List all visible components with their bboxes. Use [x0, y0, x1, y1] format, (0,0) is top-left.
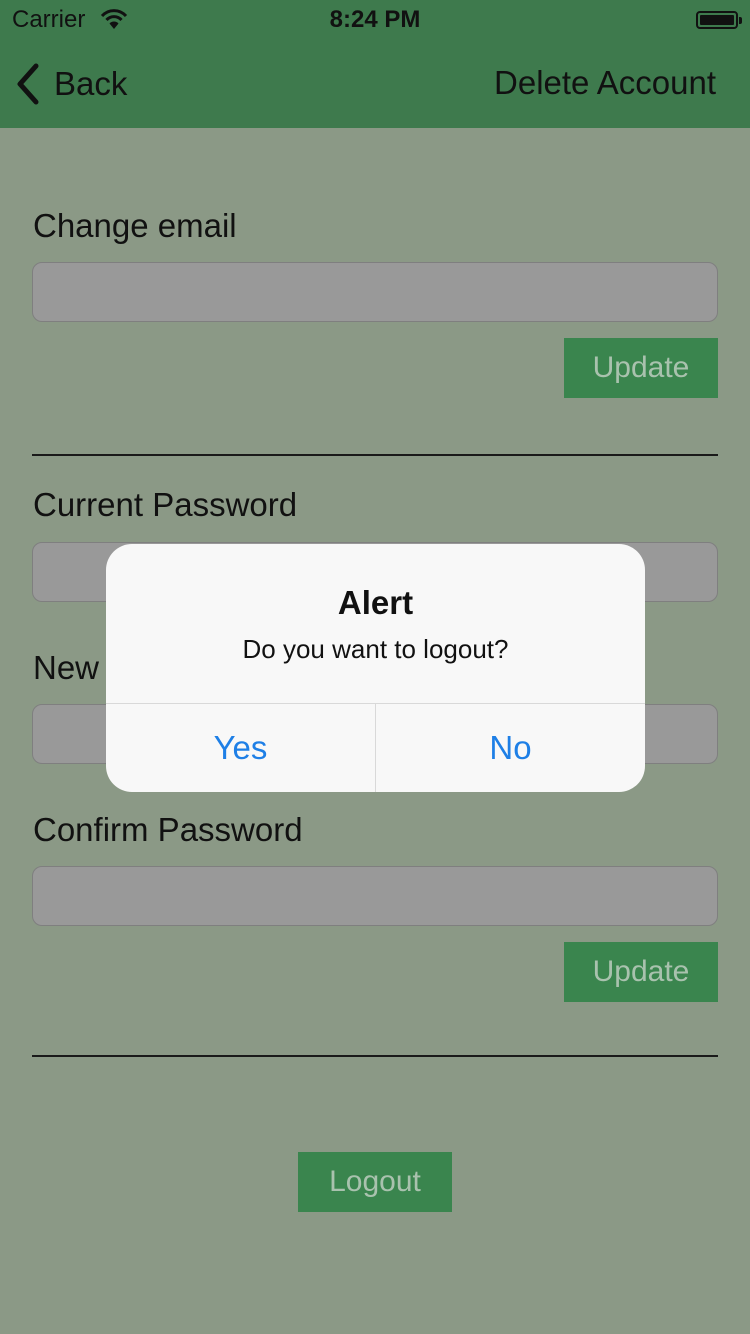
section-divider	[32, 454, 718, 456]
current-password-label: Current Password	[33, 486, 298, 523]
logout-button[interactable]: Logout	[298, 1152, 452, 1212]
status-bar: Carrier 8:24 PM	[0, 0, 750, 40]
status-time: 8:24 PM	[329, 6, 421, 33]
delete-account-button[interactable]: Delete Account	[494, 64, 716, 102]
confirm-password-field[interactable]	[32, 866, 718, 926]
navigation-bar: Back Delete Account	[0, 40, 750, 128]
alert-yes-button[interactable]: Yes	[106, 704, 375, 792]
alert-no-button[interactable]: No	[376, 704, 645, 792]
update-email-button[interactable]: Update	[564, 338, 718, 398]
logout-alert-dialog: Alert Do you want to logout? Yes No	[106, 544, 645, 792]
alert-title: Alert	[337, 584, 414, 621]
chevron-left-icon	[17, 63, 39, 105]
section-divider	[32, 1055, 718, 1057]
update-password-button[interactable]: Update	[564, 942, 718, 1002]
alert-message: Do you want to logout?	[242, 634, 509, 664]
battery-icon	[696, 11, 742, 29]
confirm-password-label: Confirm Password	[33, 811, 303, 848]
back-button[interactable]: Back	[14, 62, 127, 106]
change-email-label: Change email	[33, 207, 237, 244]
email-field[interactable]	[32, 262, 718, 322]
back-label: Back	[54, 65, 128, 102]
